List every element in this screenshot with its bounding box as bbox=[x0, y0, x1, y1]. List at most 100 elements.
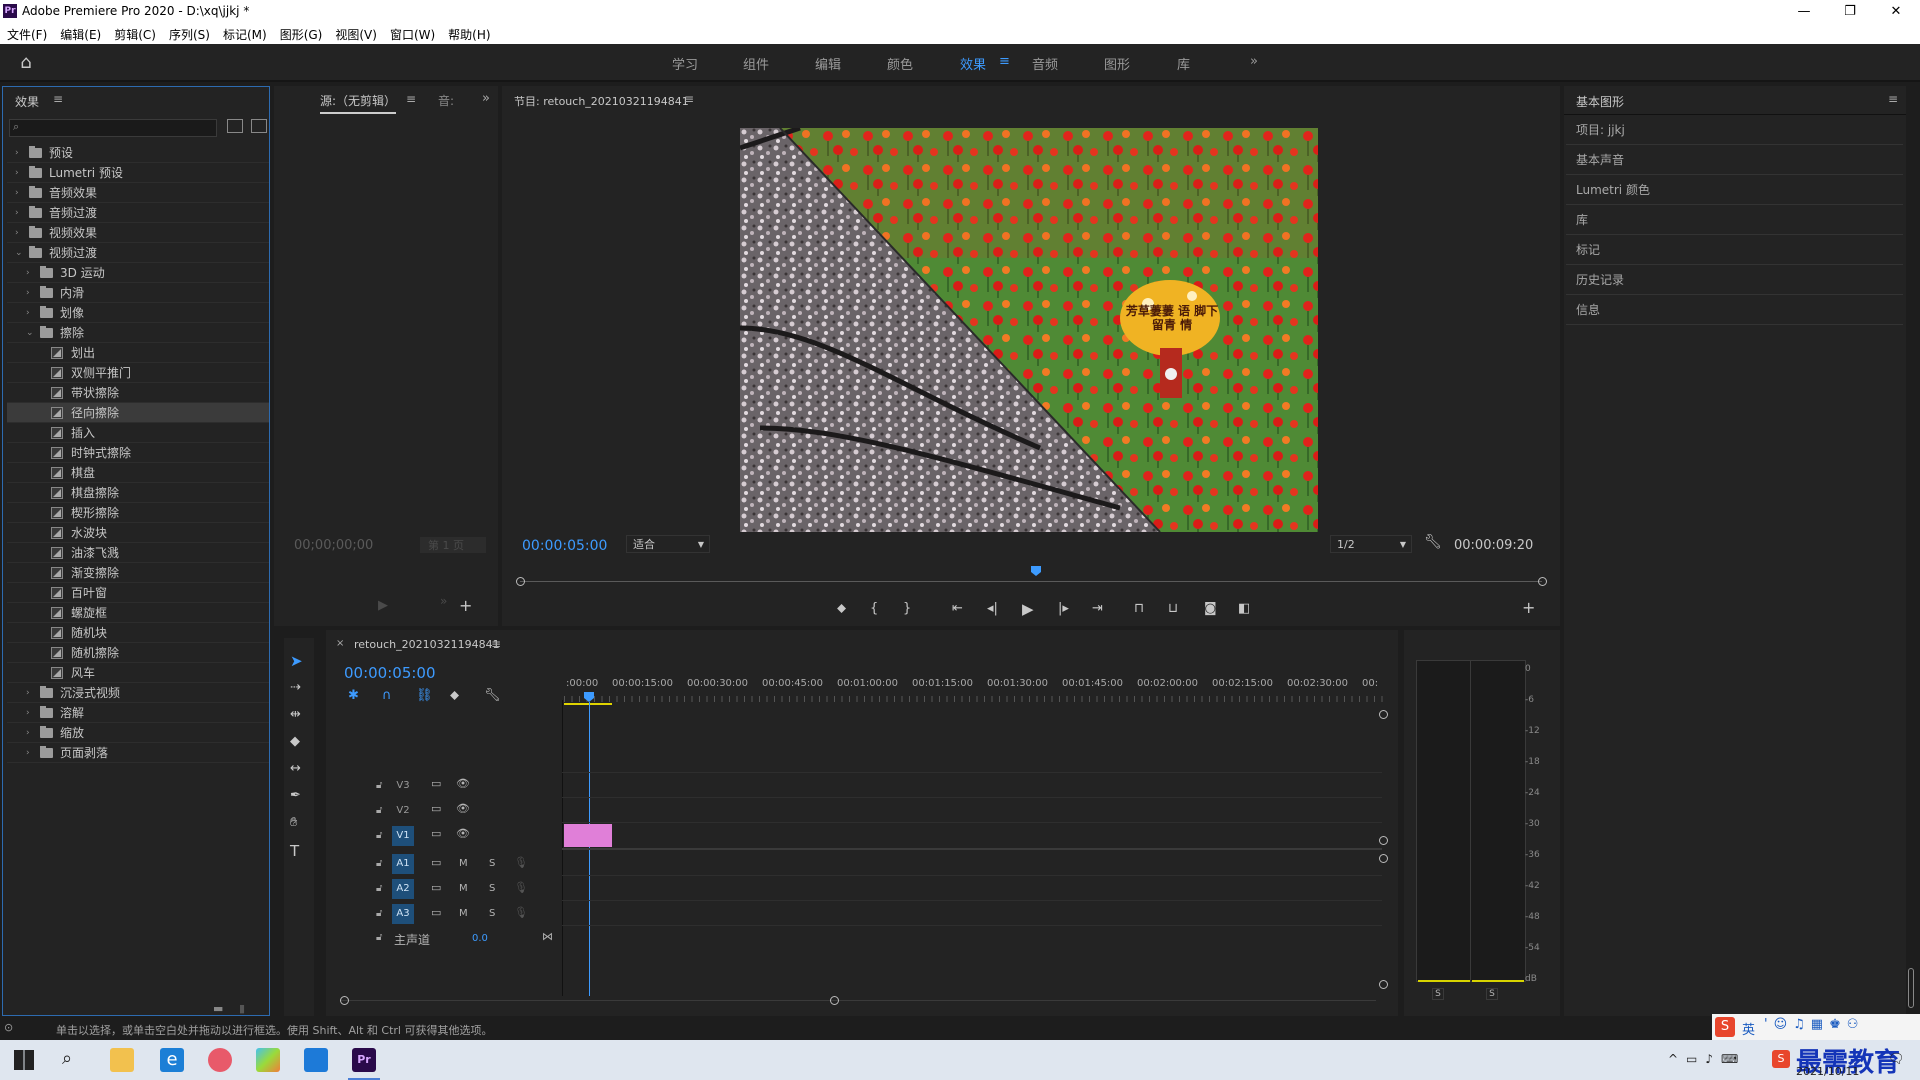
right-item-lumetri-color[interactable]: Lumetri 颜色 bbox=[1566, 175, 1903, 205]
chevron-right-icon[interactable]: › bbox=[15, 203, 19, 223]
workspace-effects[interactable]: 效果 bbox=[960, 54, 986, 73]
right-item-markers[interactable]: 标记 bbox=[1566, 235, 1903, 265]
solo-button[interactable]: S bbox=[489, 908, 495, 919]
mute-button[interactable]: M bbox=[459, 908, 468, 919]
chevron-right-icon[interactable]: › bbox=[15, 223, 19, 243]
effect-item[interactable]: 渐变擦除 bbox=[7, 563, 269, 583]
lift-icon[interactable]: ⊓ bbox=[1134, 601, 1144, 616]
source-page-field[interactable]: 第 1 页 bbox=[420, 537, 486, 553]
panel-menu-icon[interactable]: ≡ bbox=[53, 92, 63, 106]
right-item-history[interactable]: 历史记录 bbox=[1566, 265, 1903, 295]
eye-icon[interactable]: 👁︎ bbox=[456, 802, 470, 815]
horizontal-scrollbar[interactable] bbox=[340, 1000, 1376, 1001]
menu-graphics[interactable]: 图形(G) bbox=[273, 24, 329, 43]
audio-mixer-tab[interactable]: 音: bbox=[438, 92, 454, 109]
effect-item[interactable]: 随机擦除 bbox=[7, 643, 269, 663]
play-icon[interactable]: ▶ bbox=[1022, 600, 1034, 618]
sync-lock-icon[interactable]: ▭ bbox=[431, 777, 441, 790]
effect-folder[interactable]: › 划像 bbox=[7, 303, 269, 323]
new-custom-bin-icon[interactable] bbox=[251, 119, 267, 133]
source-more-icon[interactable]: » bbox=[440, 594, 447, 608]
search-icon[interactable]: ⌕ bbox=[62, 1048, 72, 1069]
effect-item[interactable]: 油漆飞溅 bbox=[7, 543, 269, 563]
menu-edit[interactable]: 编辑(E) bbox=[53, 24, 107, 43]
eye-icon[interactable]: 👁︎ bbox=[456, 827, 470, 840]
effect-folder[interactable]: › 溶解 bbox=[7, 703, 269, 723]
sync-lock-icon[interactable]: ▭ bbox=[431, 802, 441, 815]
workspace-editing[interactable]: 编辑 bbox=[815, 54, 841, 73]
effects-panel-title[interactable]: 效果 bbox=[15, 93, 39, 110]
mark-out-icon[interactable]: } bbox=[903, 601, 911, 616]
work-area-bar[interactable] bbox=[564, 703, 612, 705]
right-scrollbar[interactable] bbox=[1908, 968, 1914, 1008]
timeline-timecode[interactable]: 00:00:05:00 bbox=[344, 664, 436, 682]
effect-item[interactable]: 时钟式擦除 bbox=[7, 443, 269, 463]
type-tool-icon[interactable]: T bbox=[290, 842, 299, 860]
effect-folder[interactable]: › 内滑 bbox=[7, 283, 269, 303]
extract-icon[interactable]: ⊔ bbox=[1168, 601, 1178, 616]
program-video-frame[interactable]: 芳草萋萋 语 脚下留青 情 bbox=[740, 128, 1318, 532]
playhead-icon[interactable] bbox=[1031, 566, 1041, 576]
menu-window[interactable]: 窗口(W) bbox=[383, 24, 441, 43]
master-end-icon[interactable]: ⋈ bbox=[542, 930, 553, 943]
solo-right-button[interactable]: S bbox=[1486, 988, 1498, 1000]
track-a1[interactable]: A1 bbox=[392, 854, 414, 874]
right-item-project[interactable]: 项目: jjkj bbox=[1566, 115, 1903, 145]
mark-in-icon[interactable]: { bbox=[870, 601, 878, 616]
menu-marker[interactable]: 标记(M) bbox=[216, 24, 273, 43]
video-clip-v1[interactable] bbox=[564, 824, 612, 847]
mic-icon[interactable]: 🎙︎ bbox=[514, 906, 528, 919]
snap-icon[interactable]: ∩ bbox=[382, 688, 392, 703]
effect-item[interactable]: 水波块 bbox=[7, 523, 269, 543]
effect-folder[interactable]: › Lumetri 预设 bbox=[7, 163, 269, 183]
program-title[interactable]: 节目: retouch_20210321194841 bbox=[514, 93, 689, 109]
scrub-end-handle[interactable] bbox=[1538, 577, 1547, 586]
program-timecode[interactable]: 00:00:05:00 bbox=[522, 538, 607, 554]
effect-item[interactable]: 径向擦除 bbox=[7, 403, 269, 423]
vertical-scroll-top-handle[interactable] bbox=[1379, 710, 1388, 719]
zoom-end-handle[interactable] bbox=[830, 996, 839, 1005]
solo-button[interactable]: S bbox=[489, 883, 495, 894]
chevron-right-icon[interactable]: › bbox=[26, 723, 30, 743]
ripple-edit-tool-icon[interactable]: ⇹ bbox=[290, 707, 301, 722]
eye-icon[interactable]: 👁︎ bbox=[456, 777, 470, 790]
effects-search-input[interactable]: ⌕ bbox=[9, 119, 217, 137]
effect-folder[interactable]: ⌄ 擦除 bbox=[7, 323, 269, 343]
track-select-tool-icon[interactable]: ⇢ bbox=[290, 680, 301, 695]
chevron-right-icon[interactable]: › bbox=[26, 683, 30, 703]
right-item-essential-sound[interactable]: 基本声音 bbox=[1566, 145, 1903, 175]
source-tab-menu-icon[interactable]: ≡ bbox=[406, 92, 416, 106]
workspace-graphics[interactable]: 图形 bbox=[1104, 54, 1130, 73]
camera-icon[interactable]: ◙ bbox=[1204, 601, 1217, 616]
minimize-button[interactable]: — bbox=[1784, 2, 1824, 22]
right-panel-title[interactable]: 基本图形 bbox=[1576, 93, 1624, 110]
workspace-assembly[interactable]: 组件 bbox=[743, 54, 769, 73]
nest-icon[interactable]: ✱ bbox=[348, 688, 359, 703]
right-item-info[interactable]: 信息 bbox=[1566, 295, 1903, 325]
chevron-right-icon[interactable]: › bbox=[26, 283, 30, 303]
fit-dropdown[interactable]: 适合 ▼ bbox=[626, 535, 710, 553]
effect-folder[interactable]: › 视频效果 bbox=[7, 223, 269, 243]
file-explorer-icon[interactable] bbox=[110, 1048, 134, 1072]
menu-clip[interactable]: 剪辑(C) bbox=[107, 24, 162, 43]
more-workspaces-icon[interactable]: » bbox=[1250, 54, 1258, 69]
windows-start-icon[interactable] bbox=[14, 1050, 34, 1070]
chevron-right-icon[interactable]: › bbox=[26, 303, 30, 323]
source-play-icon[interactable]: ▶ bbox=[378, 598, 388, 613]
linked-selection-icon[interactable]: ⛓ bbox=[416, 688, 433, 703]
chevron-down-icon[interactable]: ⌄ bbox=[15, 243, 23, 263]
hand-tool-icon[interactable]: ✋︎ bbox=[290, 815, 297, 830]
lock-icon[interactable]: 🔓︎ bbox=[376, 883, 382, 894]
effect-folder[interactable]: › 缩放 bbox=[7, 723, 269, 743]
timeline-settings-icon[interactable]: 🔧︎ bbox=[484, 688, 501, 703]
resolution-dropdown[interactable]: 1/2 ▼ bbox=[1330, 535, 1412, 553]
effect-folder[interactable]: › 音频过渡 bbox=[7, 203, 269, 223]
maximize-button[interactable]: ❐ bbox=[1830, 2, 1870, 22]
vertical-scroll-bottom-handle[interactable] bbox=[1379, 980, 1388, 989]
effect-item[interactable]: 螺旋框 bbox=[7, 603, 269, 623]
solo-left-button[interactable]: S bbox=[1432, 988, 1444, 1000]
zoom-start-handle[interactable] bbox=[340, 996, 349, 1005]
chevron-right-icon[interactable]: › bbox=[15, 143, 19, 163]
step-forward-icon[interactable]: |▸ bbox=[1058, 601, 1069, 616]
track-a3[interactable]: A3 bbox=[392, 904, 414, 924]
